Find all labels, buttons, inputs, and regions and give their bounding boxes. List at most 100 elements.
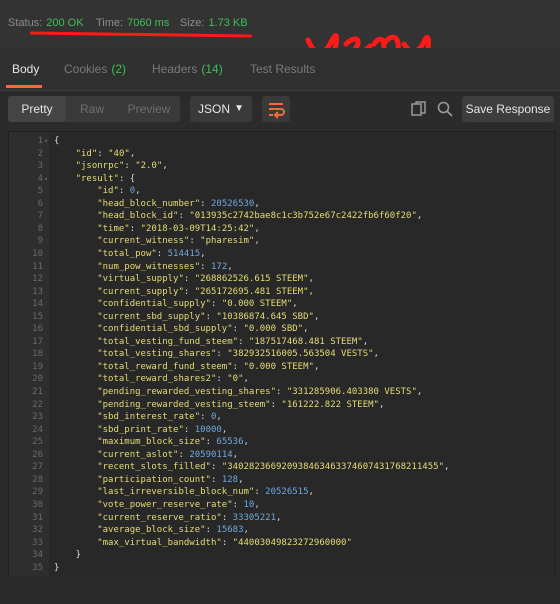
json-punctuation: , (254, 499, 260, 510)
status-label: Status: (8, 17, 43, 29)
code-text: "confidential_sbd_supply": "0.000 SBD", (54, 323, 309, 336)
tab-body[interactable]: Body (12, 62, 39, 76)
line-number: 26 (32, 449, 43, 460)
json-punctuation: , (416, 387, 423, 397)
json-punctuation: } (75, 550, 82, 561)
line-number: 9 (37, 236, 43, 247)
code-line: 5 "id": 0, (9, 185, 555, 198)
json-punctuation: , (162, 161, 168, 172)
json-key: "current_supply" (97, 286, 184, 297)
code-line: 20 "total_reward_shares2": "0", (9, 373, 555, 386)
view-preview-button[interactable]: Preview (118, 96, 180, 122)
code-text: "confidential_supply": "0.000 STEEM", (54, 298, 298, 311)
json-value: "340282366920938463463374607431768211455… (221, 462, 444, 473)
json-punctuation: , (303, 324, 309, 335)
json-punctuation: , (254, 223, 260, 234)
json-value: "2018-03-09T14:25:42" (140, 223, 255, 234)
code-text: "current_reserve_ratio": 33305221, (54, 512, 281, 525)
code-line: 4 ▾ "result": { (9, 173, 555, 186)
json-key: "recent_slots_filled" (97, 462, 211, 473)
response-body-editor[interactable]: 1 ▾{2 "id": "40", 3 "jsonrpc": "2.0", 4 ▾ "resu… (8, 131, 556, 577)
tab-body-label: Body (12, 62, 40, 76)
json-colon: : (205, 437, 217, 448)
fold-toggle-icon[interactable]: ▾ (44, 135, 48, 148)
line-number: 18 (32, 349, 43, 360)
json-colon: : (183, 424, 195, 435)
json-key: "virtual_supply" (97, 274, 184, 285)
code-text: "total_pow": 514415, (54, 248, 205, 261)
line-number: 23 (32, 412, 43, 423)
bottom-area (0, 576, 560, 604)
json-punctuation: , (378, 399, 385, 410)
code-line: 23 "sbd_interest_rate": 0, (9, 411, 555, 424)
code-text: "recent_slots_filled": "3402823669209384… (54, 461, 449, 474)
code-line: 24 "sbd_print_rate": 10000, (9, 424, 555, 437)
json-punctuation: , (444, 462, 450, 473)
status-value: 200 OK (46, 17, 84, 29)
code-line: 3 "jsonrpc": "2.0", (9, 160, 555, 173)
code-line: 22 "pending_rewarded_vesting_steem": "161… (9, 399, 555, 412)
json-value: "44003049823272960000" (232, 537, 352, 548)
view-raw-button[interactable]: Raw (66, 96, 118, 122)
line-number: 32 (32, 525, 43, 536)
json-key: "num_pow_witnesses" (97, 261, 201, 272)
save-response-button[interactable]: Save Response (462, 96, 554, 122)
json-value: "268862526.615 STEEM" (194, 274, 309, 285)
json-value: "331285906.403380 VESTS" (286, 387, 417, 397)
fold-toggle-icon[interactable]: ▾ (44, 173, 48, 186)
copy-icon[interactable] (410, 100, 428, 118)
json-colon: : (232, 361, 244, 372)
size-label: Size: (180, 17, 205, 29)
code-text: "sbd_interest_rate": 0, (54, 411, 222, 424)
line-number: 22 (32, 399, 43, 410)
json-key: "confidential_sbd_supply" (97, 324, 233, 335)
line-number: 4 (37, 173, 43, 184)
json-punctuation: , (221, 424, 228, 435)
code-line: 32 "average_block_size": 15683, (9, 524, 555, 537)
json-colon: : (97, 148, 109, 159)
chevron-down-icon: ▼ (234, 103, 244, 114)
json-colon: : (178, 211, 190, 222)
code-line: 35} (9, 562, 555, 575)
status-indicator: Status: 200 OK (8, 17, 84, 29)
json-value: 20590114 (189, 449, 233, 460)
line-number: 31 (32, 512, 43, 523)
json-key: "average_block_size" (97, 525, 206, 536)
json-colon: : (205, 525, 217, 536)
json-key: "jsonrpc" (75, 161, 125, 172)
code-text: "result": { (54, 173, 136, 186)
line-number: 6 (37, 198, 43, 209)
wrap-lines-button[interactable] (262, 96, 290, 122)
code-text: "sbd_print_rate": 10000, (54, 424, 227, 437)
json-colon: : (210, 299, 222, 310)
json-colon: : (200, 198, 211, 209)
json-colon: : (221, 537, 233, 548)
json-colon: : (118, 186, 130, 197)
code-text: "id": "40", (54, 148, 136, 161)
json-value: 128 (221, 474, 239, 485)
json-colon: : (200, 261, 211, 272)
code-line: 2 "id": "40", (9, 148, 555, 161)
tab-headers-count: (14) (201, 62, 223, 76)
json-value: "2.0" (135, 161, 163, 172)
json-colon: : (200, 412, 211, 423)
json-colon: : (205, 311, 217, 322)
tab-headers[interactable]: Headers (14) (152, 62, 223, 76)
json-punctuation: , (373, 349, 379, 360)
search-icon[interactable] (436, 100, 454, 118)
code-line: 11 "num_pow_witnesses": 172, (9, 261, 555, 274)
view-pretty-button[interactable]: Pretty (8, 96, 66, 122)
tab-cookies[interactable]: Cookies (2) (64, 62, 126, 76)
json-punctuation: , (243, 374, 249, 385)
code-text: "time": "2018-03-09T14:25:42", (54, 223, 260, 236)
json-key: "pending_rewarded_vesting_steem" (97, 399, 271, 410)
code-text: "last_irreversible_block_num": 20526515, (54, 486, 314, 499)
json-punctuation: , (308, 286, 314, 297)
tab-test-results[interactable]: Test Results (250, 62, 315, 76)
json-colon: : (221, 512, 233, 523)
json-key: "current_aslot" (97, 449, 179, 460)
json-value: 15683 (216, 525, 244, 536)
format-select[interactable]: JSON ▼ (190, 96, 252, 122)
json-punctuation: , (308, 487, 314, 498)
json-colon: : (178, 449, 190, 460)
